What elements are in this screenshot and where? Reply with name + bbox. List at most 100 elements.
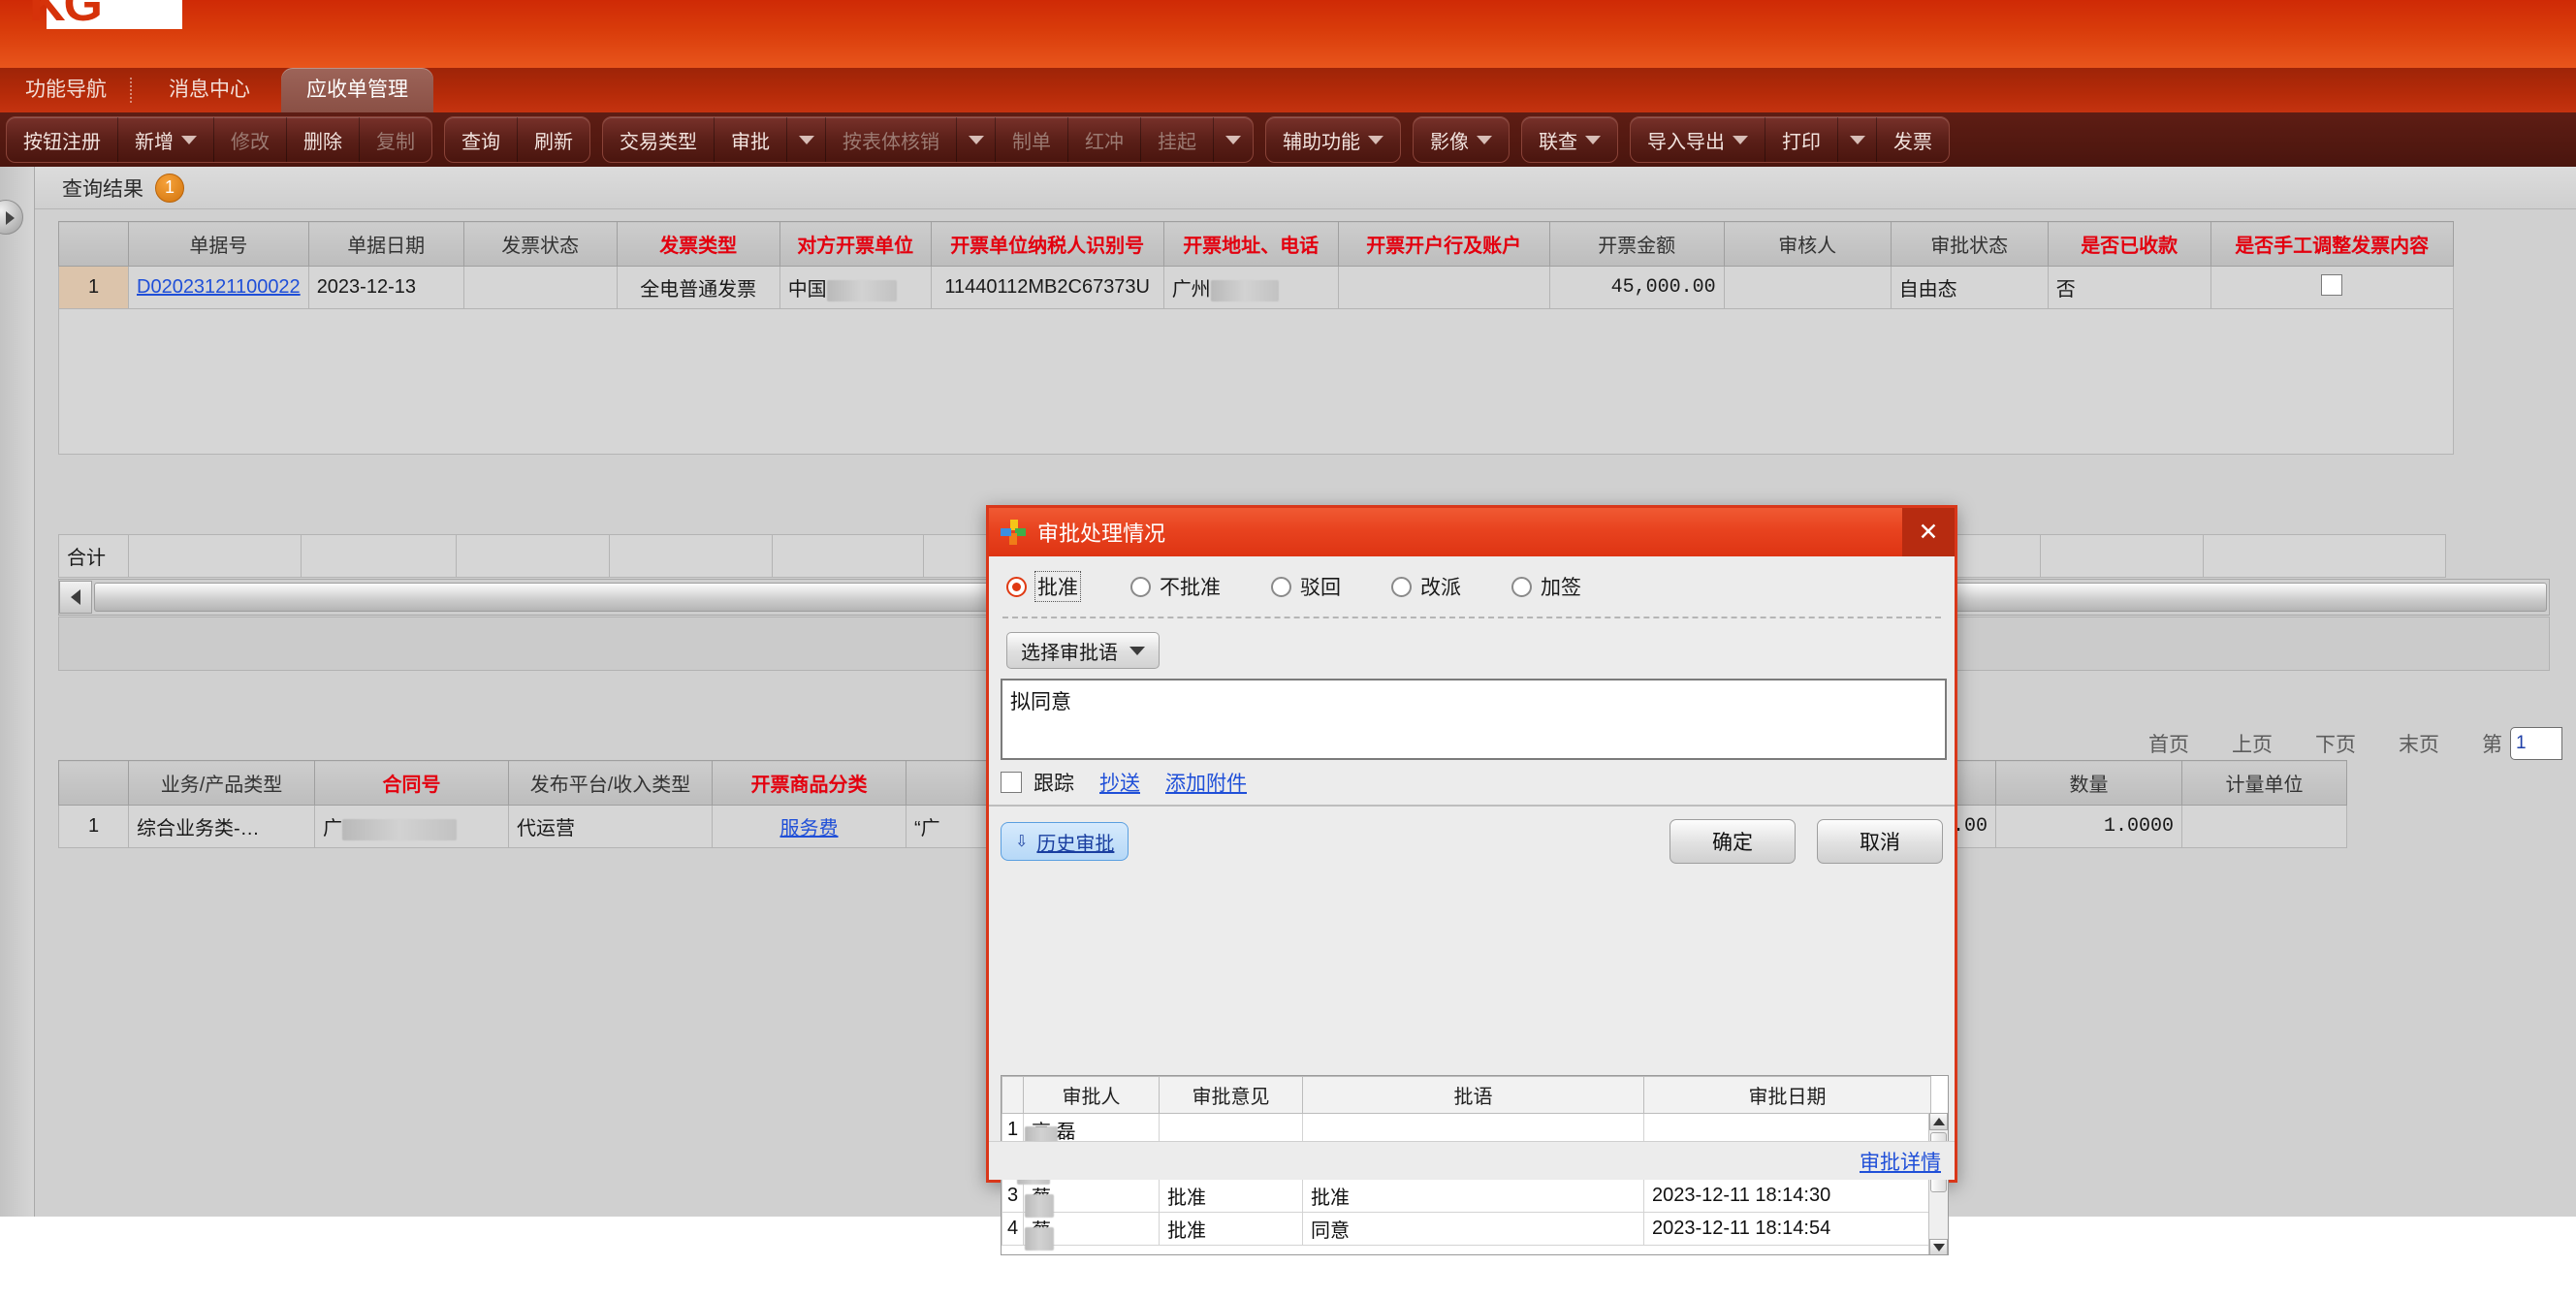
- list-item[interactable]: 4 蔡 批准 同意 2023-12-11 18:14:54: [1002, 1212, 1931, 1246]
- invoice-button[interactable]: 发票: [1877, 117, 1949, 162]
- print-label: 打印: [1782, 131, 1821, 153]
- expand-panel-button[interactable]: [0, 200, 23, 235]
- suspend-button[interactable]: 挂起: [1141, 117, 1214, 162]
- dcol-goods-category[interactable]: 开票商品分类: [712, 760, 906, 806]
- col-address-phone[interactable]: 开票地址、电话: [1162, 221, 1339, 267]
- approval-detail-link[interactable]: 审批详情: [1860, 1147, 1941, 1176]
- contract-text: 广: [323, 818, 342, 839]
- add-attachment-link[interactable]: 添加附件: [1165, 768, 1247, 797]
- aux-function-button[interactable]: 辅助功能: [1266, 117, 1400, 162]
- col-approval-status[interactable]: 审批状态: [1890, 221, 2049, 267]
- radio-dot-icon: [1130, 576, 1151, 597]
- last-page-button[interactable]: 末页: [2399, 729, 2439, 758]
- tab-function-nav[interactable]: 功能导航: [0, 68, 132, 112]
- import-export-button[interactable]: 导入导出: [1631, 117, 1765, 162]
- refresh-button[interactable]: 刷新: [518, 117, 589, 162]
- dcol-biz-type[interactable]: 业务/产品类型: [128, 760, 315, 806]
- history-approval-button[interactable]: ⇩ 历史审批: [1001, 822, 1129, 861]
- col-invoice-type[interactable]: 发票类型: [616, 221, 780, 267]
- dcol-rownum[interactable]: [58, 760, 129, 806]
- col-received[interactable]: 是否已收款: [2047, 221, 2211, 267]
- col-invoice-status[interactable]: 发票状态: [462, 221, 618, 267]
- suspend-dropdown-toggle[interactable]: [1214, 117, 1253, 162]
- dcol-unit[interactable]: 计量单位: [2181, 760, 2347, 806]
- page-number-input[interactable]: 1: [2510, 727, 2562, 760]
- history-vertical-scrollbar[interactable]: [1928, 1113, 1948, 1254]
- import-export-label: 导入导出: [1647, 131, 1725, 153]
- col-auditor[interactable]: 审核人: [1723, 221, 1892, 267]
- hcol-date: 审批日期: [1643, 1076, 1931, 1114]
- comment-actions-row: 跟踪 抄送 添加附件: [1001, 760, 1943, 805]
- modify-button[interactable]: 修改: [214, 117, 287, 162]
- col-tax-id[interactable]: 开票单位纳税人识别号: [930, 221, 1164, 267]
- prev-page-button[interactable]: 上页: [2232, 729, 2273, 758]
- col-invoice-amount[interactable]: 开票金额: [1548, 221, 1725, 267]
- writeoff-by-body-button[interactable]: 按表体核销: [826, 117, 957, 162]
- tab-receivable-management[interactable]: 应收单管理: [281, 68, 433, 112]
- col-bank-account[interactable]: 开票开户行及账户: [1337, 221, 1550, 267]
- radio-approve[interactable]: 批准: [1006, 571, 1081, 602]
- totals-blank-4: [609, 534, 773, 578]
- chevron-down-icon: [1225, 135, 1241, 144]
- chevron-down-icon: [181, 135, 197, 144]
- col-counterparty[interactable]: 对方开票单位: [779, 221, 932, 267]
- select-phrase-button[interactable]: 选择审批语: [1006, 632, 1160, 669]
- col-manual-adjust[interactable]: 是否手工调整发票内容: [2210, 221, 2454, 267]
- approve-dropdown-toggle[interactable]: [787, 117, 826, 162]
- dcol-platform[interactable]: 发布平台/收入类型: [508, 760, 713, 806]
- print-button[interactable]: 打印: [1765, 117, 1838, 162]
- link-query-button[interactable]: 联查: [1522, 117, 1617, 162]
- track-checkbox[interactable]: [1001, 772, 1022, 793]
- hcol-approver: 审批人: [1023, 1076, 1160, 1114]
- app-banner: KG: [0, 0, 2576, 68]
- comment-textarea[interactable]: [1001, 679, 1947, 760]
- cell-doc-no[interactable]: D02023121100022: [128, 266, 309, 309]
- add-button[interactable]: 新增: [118, 117, 214, 162]
- copy-button[interactable]: 复制: [360, 117, 431, 162]
- hcol-comment: 批语: [1302, 1076, 1644, 1114]
- manual-adjust-checkbox[interactable]: [2321, 273, 2343, 296]
- scroll-left-arrow-icon[interactable]: [59, 581, 92, 614]
- make-voucher-button[interactable]: 制单: [996, 117, 1068, 162]
- query-button[interactable]: 查询: [445, 117, 518, 162]
- transaction-type-button[interactable]: 交易类型: [603, 117, 715, 162]
- print-dropdown-toggle[interactable]: [1838, 117, 1877, 162]
- cc-link[interactable]: 抄送: [1099, 768, 1140, 797]
- dcol-contract-no[interactable]: 合同号: [314, 760, 509, 806]
- empty-grid-space: [58, 308, 2454, 455]
- col-doc-date[interactable]: 单据日期: [307, 221, 464, 267]
- list-item[interactable]: 3 蔡 批准 批准 2023-12-11 18:14:30: [1002, 1179, 1931, 1213]
- track-option[interactable]: 跟踪: [1001, 768, 1074, 797]
- scroll-up-arrow-icon[interactable]: [1929, 1113, 1948, 1130]
- table-row[interactable]: 1 D02023121100022 2023-12-13 全电普通发票 中国 1…: [58, 266, 2454, 309]
- col-rownum[interactable]: [58, 221, 129, 267]
- radio-countersign[interactable]: 加签: [1511, 572, 1581, 601]
- image-button[interactable]: 影像: [1414, 117, 1509, 162]
- select-phrase-label: 选择审批语: [1021, 642, 1118, 664]
- goods-category-link[interactable]: 服务费: [780, 818, 839, 839]
- writeoff-dropdown-toggle[interactable]: [957, 117, 996, 162]
- counterparty-text: 中国: [787, 279, 827, 301]
- scroll-down-arrow-icon[interactable]: [1929, 1239, 1948, 1254]
- next-page-button[interactable]: 下页: [2315, 729, 2356, 758]
- button-register-button[interactable]: 按钮注册: [7, 117, 118, 162]
- dcol-quantity[interactable]: 数量: [1995, 760, 2182, 806]
- delete-button[interactable]: 删除: [287, 117, 360, 162]
- ok-button[interactable]: 确定: [1670, 819, 1796, 864]
- first-page-button[interactable]: 首页: [2148, 729, 2189, 758]
- radio-reject[interactable]: 驳回: [1271, 572, 1341, 601]
- cell-manual-adjust[interactable]: [2210, 266, 2454, 309]
- dcell-goods-category[interactable]: 服务费: [712, 805, 906, 848]
- cancel-button[interactable]: 取消: [1817, 819, 1943, 864]
- col-doc-no[interactable]: 单据号: [128, 221, 309, 267]
- radio-reassign[interactable]: 改派: [1391, 572, 1461, 601]
- tab-message-center[interactable]: 消息中心: [143, 68, 275, 112]
- dcell-platform: 代运营: [508, 805, 713, 848]
- doc-no-link[interactable]: D02023121100022: [137, 276, 301, 298]
- close-icon[interactable]: ✕: [1902, 508, 1955, 556]
- approve-button[interactable]: 审批: [715, 117, 787, 162]
- red-reverse-button[interactable]: 红冲: [1068, 117, 1141, 162]
- toolbar-group-io: 导入导出 打印 发票: [1630, 116, 1950, 163]
- redaction-block: [1025, 1194, 1054, 1218]
- radio-disapprove[interactable]: 不批准: [1130, 572, 1221, 601]
